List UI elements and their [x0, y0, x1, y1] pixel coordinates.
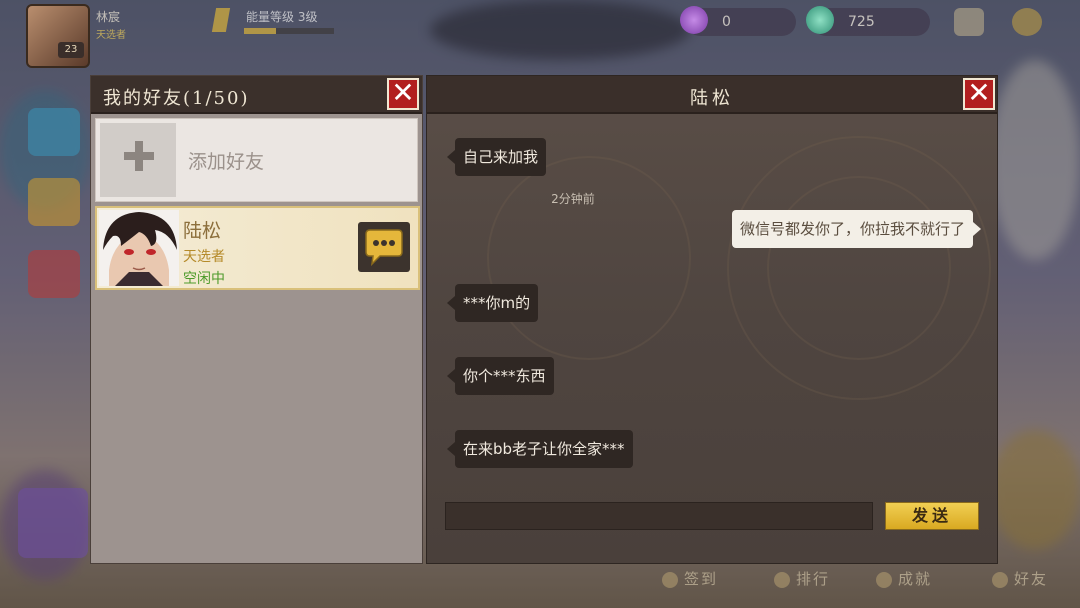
bubble-tail	[447, 296, 455, 310]
bubble-tail	[447, 150, 455, 164]
chat-bg-ornament	[487, 156, 691, 360]
chat-message-text: 在来bb老子让你全家***	[463, 440, 625, 458]
player-level: 23	[58, 42, 84, 58]
energy-icon	[211, 8, 231, 32]
chat-message-input[interactable]	[445, 502, 873, 530]
bottom-nav-signin[interactable]: 签到	[662, 568, 718, 589]
chat-timestamp: 2分钟前	[551, 192, 595, 206]
friend-portrait-icon	[99, 210, 179, 286]
chat-panel: 陆松 ✕ 自己来加我 2分钟前 微信号都发你了，你拉我不就行了 ***你m的 你…	[426, 75, 998, 564]
friends-title: 我的好友(1/50)	[103, 88, 250, 109]
plus-icon	[124, 141, 154, 171]
currency-purple-value: 0	[722, 14, 731, 30]
purple-gem-icon	[680, 6, 708, 34]
close-icon: ✕	[391, 76, 415, 109]
chat-bubble-icon	[365, 229, 403, 267]
friend-title: 天选者	[183, 249, 225, 265]
bottom-nav-label: 签到	[684, 570, 719, 588]
chat-message-received: 你个***东西	[447, 357, 554, 395]
currency-purple[interactable]: 0	[680, 6, 796, 36]
bubble-tail	[447, 369, 455, 383]
friends-close-button[interactable]: ✕	[387, 78, 419, 110]
chat-message-received: ***你m的	[447, 284, 539, 322]
bottom-nav-label: 成就	[898, 570, 933, 588]
send-button[interactable]: 发送	[885, 502, 979, 530]
mail-button[interactable]	[954, 8, 984, 36]
energy-level-label: 能量等级 3级	[246, 10, 318, 24]
chat-message-text: ***你m的	[463, 294, 531, 312]
bottom-nav: 签到 排行 成就 好友	[640, 564, 1080, 608]
friend-status: 空闲中	[183, 271, 225, 287]
friends-panel: 我的好友(1/50) ✕ 添加好友 陆松 天选者 空闲中	[90, 75, 423, 564]
top-hud: 23 林宸 天选者 能量等级 3级 0 725	[0, 0, 1080, 68]
add-friend-icon-box	[100, 123, 176, 197]
chat-message-text: 自己来加我	[463, 148, 539, 166]
chat-message-received: 自己来加我	[447, 138, 547, 176]
friends-icon	[992, 572, 1008, 588]
chat-title: 陆松	[690, 88, 734, 109]
currency-green[interactable]: 725	[806, 6, 930, 36]
chat-message-text: 你个***东西	[463, 367, 546, 385]
player-title: 天选者	[96, 30, 126, 41]
close-icon: ✕	[967, 76, 991, 109]
settings-button[interactable]	[1012, 8, 1042, 36]
chat-message-received: 在来bb老子让你全家***	[447, 430, 633, 468]
currency-green-value: 725	[848, 14, 875, 30]
green-crystal-icon	[806, 6, 834, 34]
add-friend-label: 添加好友	[188, 151, 265, 173]
add-friend-button[interactable]: 添加好友	[95, 118, 418, 202]
bottom-nav-achievements[interactable]: 成就	[876, 568, 932, 589]
chat-close-button[interactable]: ✕	[963, 78, 995, 110]
chat-message-sent: 微信号都发你了，你拉我不就行了	[731, 210, 981, 248]
bottom-nav-ranking[interactable]: 排行	[774, 568, 830, 589]
player-name: 林宸	[96, 10, 121, 24]
friend-list-item[interactable]: 陆松 天选者 空闲中	[95, 206, 420, 290]
bottom-nav-label: 好友	[1014, 570, 1049, 588]
friend-avatar	[99, 210, 179, 286]
side-task-icon[interactable]	[28, 178, 80, 226]
signin-icon	[662, 572, 678, 588]
friend-name: 陆松	[183, 220, 222, 242]
energy-progress-fill	[244, 28, 276, 34]
side-banner-icon[interactable]	[18, 488, 88, 558]
chat-header: 陆松 ✕	[427, 76, 997, 114]
chat-message-text: 微信号都发你了，你拉我不就行了	[739, 220, 965, 238]
energy-progress-bar	[244, 28, 334, 34]
achievement-icon	[876, 572, 892, 588]
bubble-tail	[447, 442, 455, 456]
side-shop-icon[interactable]	[28, 250, 80, 298]
player-avatar[interactable]	[26, 4, 90, 68]
bottom-nav-friends[interactable]: 好友	[992, 568, 1048, 589]
bottom-nav-label: 排行	[796, 570, 831, 588]
bubble-tail	[973, 222, 981, 236]
friends-header: 我的好友(1/50) ✕	[91, 76, 422, 114]
side-event-icon[interactable]	[28, 108, 80, 156]
open-chat-button[interactable]	[358, 222, 410, 272]
ranking-icon	[774, 572, 790, 588]
